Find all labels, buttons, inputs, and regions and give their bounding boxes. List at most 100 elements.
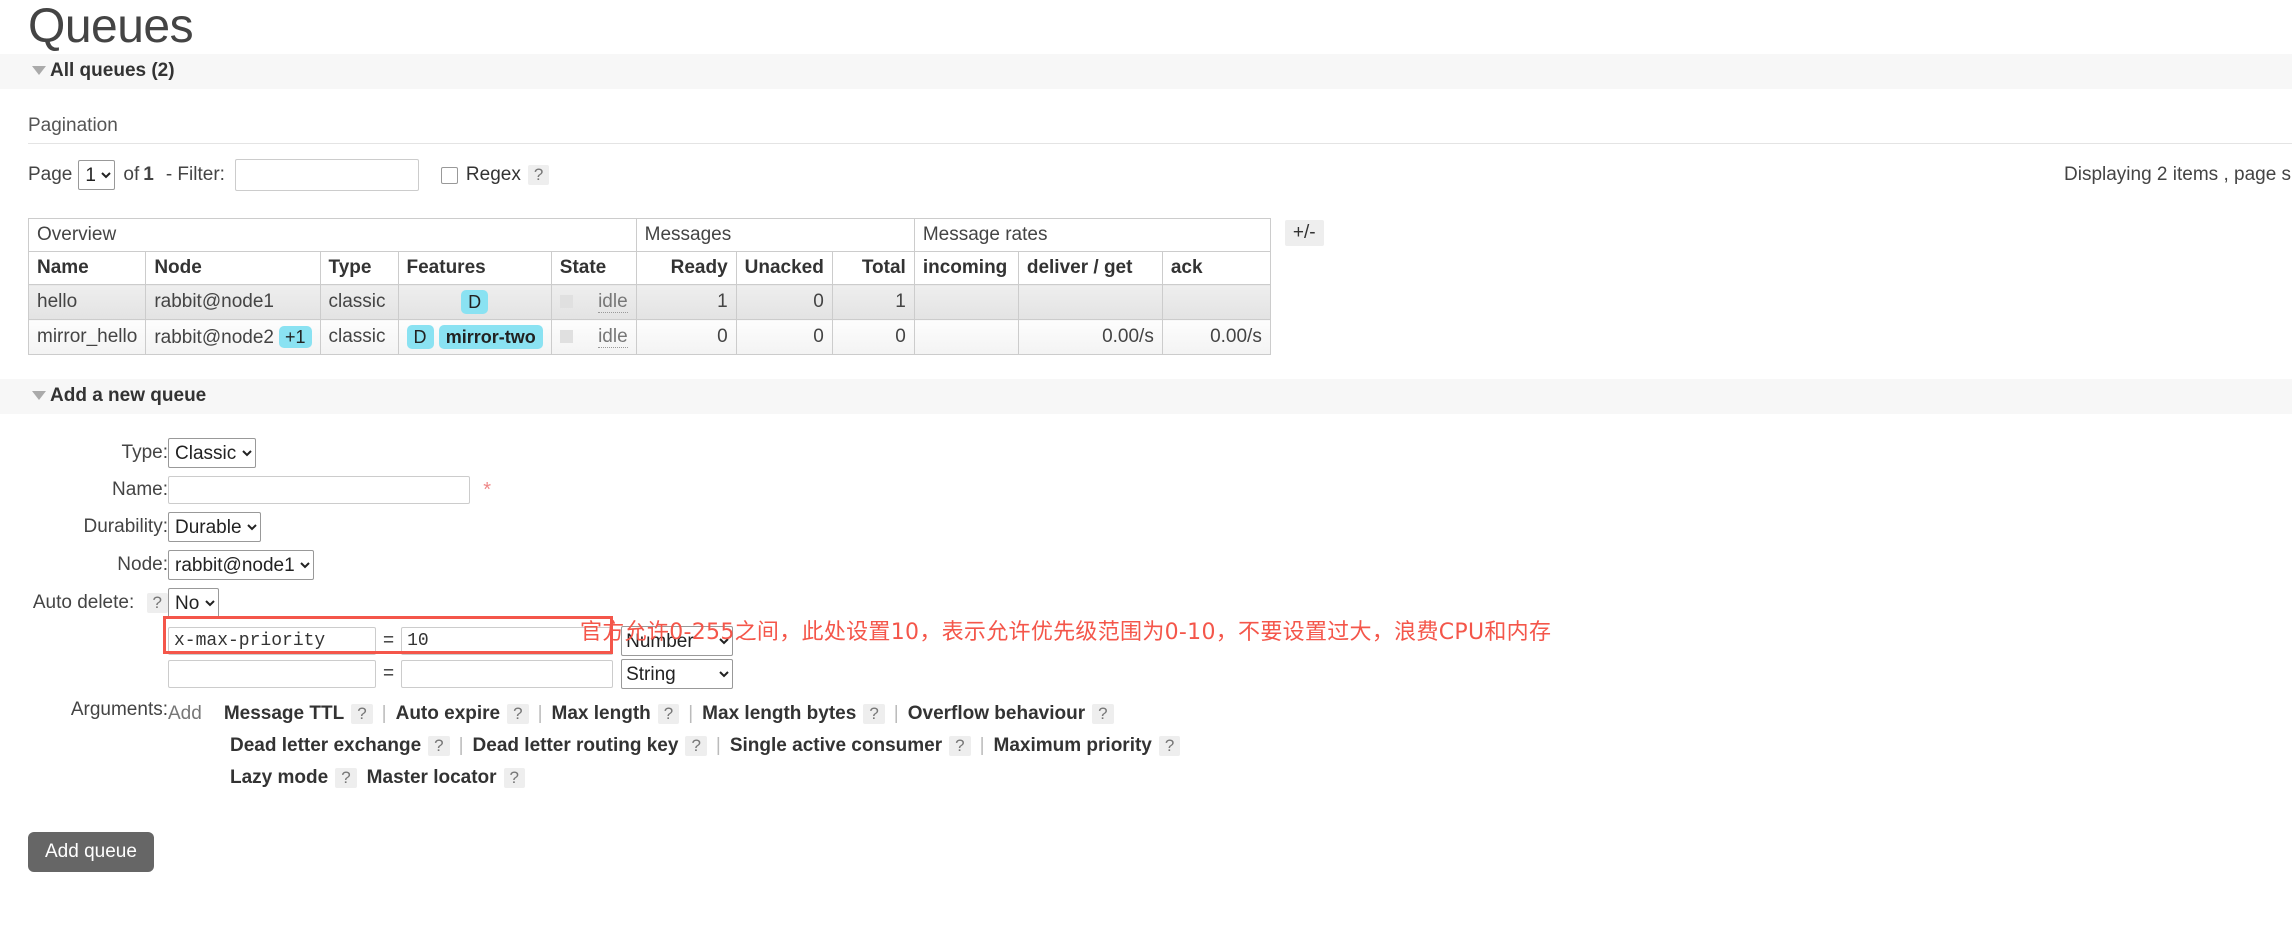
column-ack[interactable]: ack xyxy=(1161,251,1271,285)
pagination-controls: Page 1 of 1 - Filter: Regex ? Displaying… xyxy=(0,158,2292,192)
preset-max-length[interactable]: Max length xyxy=(552,698,651,730)
preset-message-ttl[interactable]: Message TTL xyxy=(224,698,344,730)
regex-checkbox[interactable] xyxy=(440,166,458,184)
name-label: Name: xyxy=(112,479,168,500)
preset-max-length-bytes-help-icon[interactable]: ? xyxy=(863,704,885,724)
form-row-type: Type: Classic xyxy=(0,434,1180,472)
cell-name[interactable]: mirror_hello xyxy=(27,319,147,355)
group-messages: Messages xyxy=(635,218,915,252)
column-deliver-get[interactable]: deliver / get xyxy=(1017,251,1163,285)
all-queues-count: (2) xyxy=(151,60,175,81)
argument-presets: Add Message TTL ? | Auto expire ? | Max … xyxy=(168,692,1181,794)
table-row[interactable]: hello rabbit@node1 classic D idle 1 0 1 xyxy=(27,284,1271,320)
cell-state: idle xyxy=(550,319,637,355)
cell-deliver-get: 0.00/s xyxy=(1017,319,1163,355)
collapse-triangle-icon xyxy=(32,391,46,400)
cell-total: 1 xyxy=(831,284,915,320)
cell-ready: 1 xyxy=(635,284,737,320)
cell-node: rabbit@node1 xyxy=(145,284,321,320)
preset-lazy-mode-help-icon[interactable]: ? xyxy=(335,768,357,788)
pagination-heading: Pagination xyxy=(28,115,2292,144)
preset-single-active-consumer-help-icon[interactable]: ? xyxy=(949,736,971,756)
feature-durable-tag: D xyxy=(461,290,489,314)
total-pages: 1 xyxy=(143,164,154,185)
durability-label: Durability: xyxy=(83,516,168,537)
argument-value-input-2[interactable] xyxy=(401,660,614,688)
column-state[interactable]: State xyxy=(550,251,637,285)
preset-auto-expire-help-icon[interactable]: ? xyxy=(507,704,529,724)
column-ready[interactable]: Ready xyxy=(635,251,737,285)
cell-incoming xyxy=(913,284,1019,320)
preset-dead-letter-exchange[interactable]: Dead letter exchange xyxy=(230,730,421,762)
add-queue-button[interactable]: Add queue xyxy=(28,832,154,872)
preset-lazy-mode[interactable]: Lazy mode xyxy=(230,762,328,794)
column-features: Features xyxy=(397,251,552,285)
preset-overflow-behaviour-help-icon[interactable]: ? xyxy=(1092,704,1114,724)
column-name[interactable]: Name xyxy=(27,251,147,285)
required-asterisk: * xyxy=(483,478,492,501)
argument-key-input-2[interactable] xyxy=(168,660,376,688)
cell-type: classic xyxy=(319,284,399,320)
regex-help-icon[interactable]: ? xyxy=(527,165,550,185)
equals-sign: = xyxy=(383,663,395,684)
cell-features: D xyxy=(397,284,552,320)
state-text: idle xyxy=(598,291,628,313)
collapse-triangle-icon xyxy=(32,66,46,75)
toggle-columns-button[interactable]: +/- xyxy=(1284,220,1324,246)
cell-unacked: 0 xyxy=(735,284,833,320)
preset-overflow-behaviour[interactable]: Overflow behaviour xyxy=(908,698,1085,730)
preset-message-ttl-help-icon[interactable]: ? xyxy=(351,704,373,724)
type-select[interactable]: Classic xyxy=(168,438,256,468)
auto-delete-select[interactable]: No xyxy=(168,588,219,618)
preset-maximum-priority-help-icon[interactable]: ? xyxy=(1158,736,1181,756)
preset-dead-letter-exchange-help-icon[interactable]: ? xyxy=(428,736,450,756)
preset-maximum-priority[interactable]: Maximum priority xyxy=(994,730,1152,762)
preset-single-active-consumer[interactable]: Single active consumer xyxy=(730,730,942,762)
section-header-add-queue[interactable]: Add a new queue xyxy=(0,379,2292,414)
cell-name[interactable]: hello xyxy=(27,284,147,320)
cell-deliver-get xyxy=(1017,284,1163,320)
preset-master-locator[interactable]: Master locator xyxy=(367,762,497,794)
preset-dead-letter-routing-key[interactable]: Dead letter routing key xyxy=(473,730,679,762)
cell-unacked: 0 xyxy=(735,319,833,355)
argument-key-input-1[interactable] xyxy=(168,627,376,655)
cell-ready: 0 xyxy=(635,319,737,355)
column-unacked[interactable]: Unacked xyxy=(735,251,833,285)
cell-ack: 0.00/s xyxy=(1161,319,1271,355)
durability-select[interactable]: Durable xyxy=(168,512,261,542)
form-row-durability: Durability: Durable xyxy=(0,508,1180,546)
filter-input[interactable] xyxy=(234,159,419,191)
preset-line-3: Lazy mode ? Master locator ? xyxy=(168,762,1180,794)
regex-label: Regex xyxy=(465,164,521,185)
of-label: of xyxy=(123,164,140,185)
section-header-all-queues[interactable]: All queues (2) xyxy=(0,54,2292,89)
page-title: Queues xyxy=(28,0,194,53)
preset-max-length-help-icon[interactable]: ? xyxy=(657,704,680,724)
cell-features: D mirror-two xyxy=(397,319,552,355)
name-cell: * xyxy=(168,472,1180,508)
page-select[interactable]: 1 xyxy=(78,160,116,190)
column-incoming[interactable]: incoming xyxy=(913,251,1019,285)
separator: | xyxy=(715,735,721,756)
preset-auto-expire[interactable]: Auto expire xyxy=(396,698,501,730)
column-total[interactable]: Total xyxy=(831,251,915,285)
column-type[interactable]: Type xyxy=(319,251,399,285)
preset-dead-letter-routing-key-help-icon[interactable]: ? xyxy=(685,736,707,756)
preset-max-length-bytes[interactable]: Max length bytes xyxy=(702,698,856,730)
queue-name-input[interactable] xyxy=(168,476,470,504)
all-queues-label: All queues xyxy=(50,60,147,81)
separator: | xyxy=(458,735,464,756)
preset-master-locator-help-icon[interactable]: ? xyxy=(503,768,526,788)
argument-type-select-2[interactable]: String xyxy=(621,659,734,689)
table-row[interactable]: mirror_hello rabbit@node2 +1 classic D mi… xyxy=(27,319,1271,355)
equals-sign: = xyxy=(383,630,395,651)
cell-total: 0 xyxy=(831,319,915,355)
separator: | xyxy=(381,703,387,724)
node-text: rabbit@node1 xyxy=(154,291,274,312)
node-select[interactable]: rabbit@node1 xyxy=(168,550,314,580)
add-word-label: Add xyxy=(168,703,202,724)
separator: | xyxy=(688,703,694,724)
preset-line-1: Add Message TTL ? | Auto expire ? | Max … xyxy=(168,698,1180,730)
auto-delete-help-icon[interactable]: ? xyxy=(146,593,168,613)
column-node[interactable]: Node xyxy=(145,251,321,285)
